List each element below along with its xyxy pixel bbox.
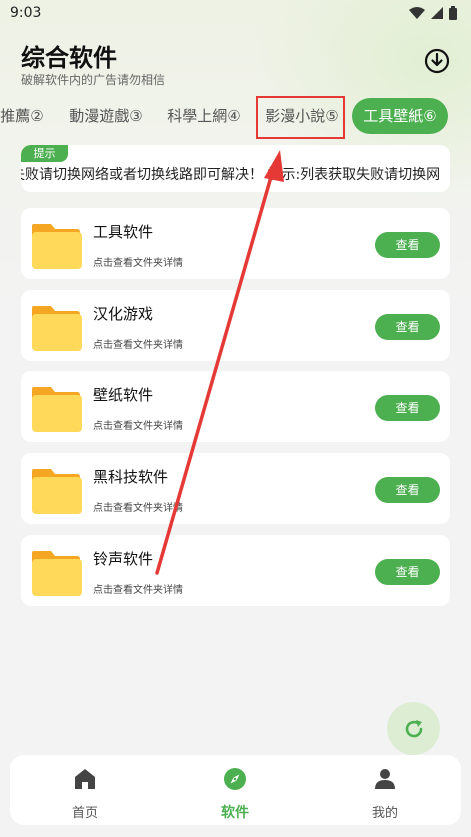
nav-home-label: 首页 [71,806,98,821]
folder-description: 点击查看文件夹详情 [93,585,183,596]
tab-recommend[interactable]: 推薦② [0,96,46,136]
user-icon [375,769,395,789]
tab-tools-wallpapers[interactable]: 工具壁紙⑥ [352,98,448,134]
compass-icon [224,768,246,790]
refresh-button[interactable] [387,702,440,755]
view-button[interactable]: 查看 [375,232,440,258]
status-time: 9:03 [10,5,42,21]
folder-icon [32,551,82,596]
folder-name: 壁纸软件 [93,386,154,404]
nav-profile[interactable]: 我的 [310,755,460,825]
folder-icon [32,387,82,432]
folder-name: 工具软件 [93,223,154,241]
folder-card[interactable]: 汉化游戏 点击查看文件夹详情 查看 [21,290,450,361]
view-button[interactable]: 查看 [375,477,440,503]
download-button[interactable] [422,46,452,76]
folder-description: 点击查看文件夹详情 [93,258,183,269]
status-icons [409,6,457,20]
status-bar: 9:03 [0,0,471,26]
notice-text: 失败请切换网络或者切换线路即可解决！ 提示:列表获取失败请切换网 [21,167,441,183]
nav-software-label: 软件 [221,805,249,821]
folder-card[interactable]: 工具软件 点击查看文件夹详情 查看 [21,208,450,279]
folder-card[interactable]: 壁纸软件 点击查看文件夹详情 查看 [21,371,450,442]
nav-software[interactable]: 软件 [160,755,310,825]
nav-home[interactable]: 首页 [10,755,160,825]
download-icon [424,48,450,74]
folder-card[interactable]: 铃声软件 点击查看文件夹详情 查看 [21,535,450,606]
category-tabs: 推薦② 動漫遊戲③ 科學上網④ 影漫小說⑤ 工具壁紙⑥ [0,96,471,136]
page-subtitle: 破解软件内的广告请勿相信 [21,73,166,87]
signal-icon [431,7,443,19]
battery-icon [449,6,457,20]
folder-description: 点击查看文件夹详情 [93,503,183,514]
folder-description: 点击查看文件夹详情 [93,340,183,351]
tab-highlight-box [256,96,345,139]
view-button[interactable]: 查看 [375,314,440,340]
bottom-navigation: 首页 软件 我的 [10,755,461,825]
wifi-icon [409,7,425,19]
page-title: 综合软件 [21,44,117,72]
refresh-icon [405,719,422,737]
folder-name: 汉化游戏 [93,305,154,323]
folder-icon [32,469,82,514]
view-button[interactable]: 查看 [375,395,440,421]
folder-icon [32,224,82,269]
tab-vpn[interactable]: 科學上網④ [164,96,244,136]
folder-name: 铃声软件 [93,550,154,568]
folder-description: 点击查看文件夹详情 [93,421,183,432]
home-icon [75,769,95,789]
view-button[interactable]: 查看 [375,559,440,585]
tab-anime-games[interactable]: 動漫遊戲③ [64,96,148,136]
folder-card[interactable]: 黑科技软件 点击查看文件夹详情 查看 [21,453,450,524]
folder-icon [32,306,82,351]
folder-name: 黑科技软件 [93,468,169,486]
notice-bar: 提示 失败请切换网络或者切换线路即可解决！ 提示:列表获取失败请切换网 [21,145,450,192]
notice-tag: 提示 [21,145,68,162]
nav-profile-label: 我的 [371,806,398,821]
